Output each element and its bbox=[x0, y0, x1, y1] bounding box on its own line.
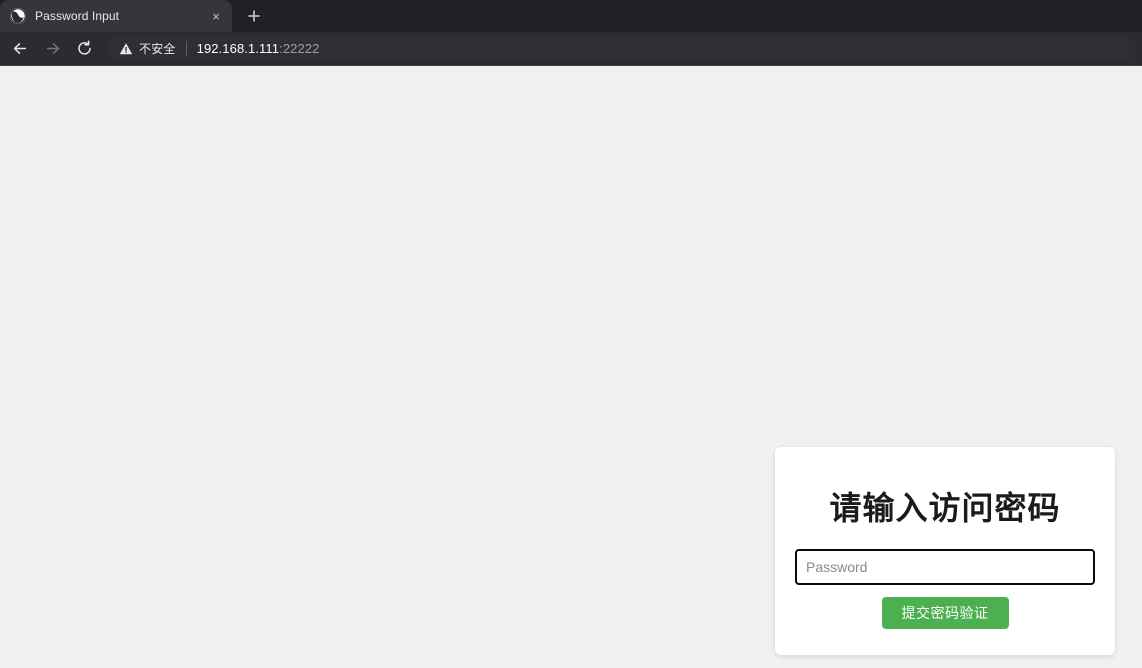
arrow-left-icon bbox=[13, 43, 26, 54]
tab-strip: Password Input × bbox=[0, 0, 1142, 32]
close-icon[interactable]: × bbox=[205, 5, 227, 27]
plus-icon bbox=[248, 10, 260, 22]
tab-title: Password Input bbox=[35, 9, 120, 23]
submit-password-button[interactable]: 提交密码验证 bbox=[881, 597, 1009, 630]
omnibox-divider bbox=[185, 41, 187, 56]
reload-button[interactable] bbox=[70, 35, 98, 63]
warning-triangle-icon[interactable] bbox=[118, 41, 134, 57]
forward-button[interactable] bbox=[38, 35, 66, 63]
security-status-label: 不安全 bbox=[139, 42, 176, 56]
browser-window: Password Input × 不安全 192.168.1.111:22222… bbox=[0, 0, 1142, 668]
address-bar[interactable]: 不安全 192.168.1.111:22222 bbox=[108, 35, 1136, 62]
tab-password-input[interactable]: Password Input × bbox=[0, 0, 232, 32]
globe-favicon bbox=[10, 8, 26, 24]
reload-icon bbox=[77, 40, 91, 55]
url-port: :22222 bbox=[279, 41, 320, 56]
browser-toolbar: 不安全 192.168.1.111:22222 bbox=[0, 32, 1142, 66]
new-tab-button[interactable] bbox=[240, 2, 268, 30]
url-text: 192.168.1.111:22222 bbox=[197, 41, 320, 56]
url-host: 192.168.1.111 bbox=[196, 41, 280, 56]
back-button[interactable] bbox=[6, 35, 34, 63]
password-input[interactable] bbox=[795, 549, 1095, 586]
password-login-card: 请输入访问密码 提交密码验证 bbox=[775, 447, 1115, 655]
submit-row: 提交密码验证 bbox=[775, 597, 1115, 630]
arrow-right-icon bbox=[46, 43, 59, 54]
page-viewport: 请输入访问密码 提交密码验证 bbox=[0, 66, 1142, 668]
page-title: 请输入访问密码 bbox=[829, 490, 1061, 526]
